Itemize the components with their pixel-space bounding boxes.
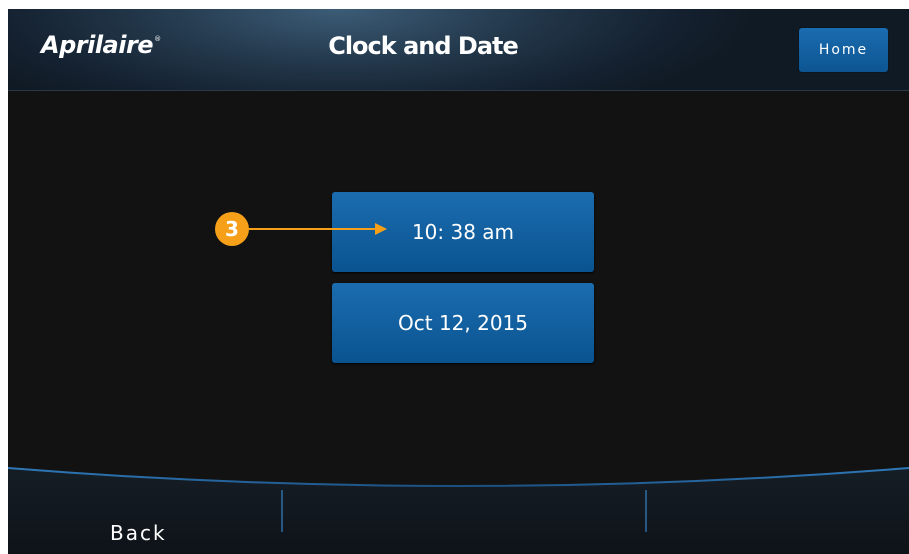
footer-right-area: [648, 484, 909, 554]
home-button[interactable]: Home: [799, 28, 888, 72]
footer-middle-area: [284, 484, 644, 554]
callout-badge: 3: [215, 212, 249, 246]
aprilaire-logo: Aprilaire®: [41, 31, 161, 59]
thermostat-screen: Aprilaire® Clock and Date Home 10: 38 am…: [8, 9, 909, 554]
page-title: Clock and Date: [328, 32, 519, 60]
footer-bar: Back: [8, 464, 909, 554]
back-label: Back: [110, 521, 167, 545]
callout-line: [248, 228, 378, 230]
header-bar: Aprilaire® Clock and Date Home: [8, 9, 909, 91]
callout-arrowhead: [375, 223, 387, 235]
date-value: Oct 12, 2015: [398, 311, 528, 335]
time-value: 10: 38 am: [411, 220, 515, 244]
date-button[interactable]: Oct 12, 2015: [332, 283, 594, 363]
back-button[interactable]: Back: [8, 484, 280, 554]
time-button[interactable]: 10: 38 am: [332, 192, 594, 272]
